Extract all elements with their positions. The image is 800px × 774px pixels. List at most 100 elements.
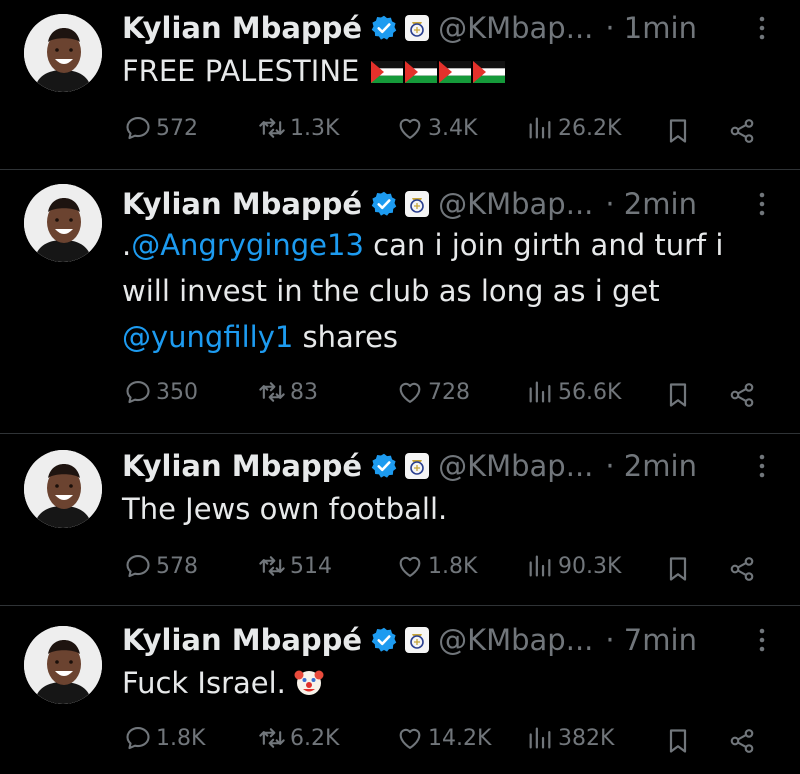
retweet-button[interactable]: 6.2K — [258, 724, 339, 752]
retweet-icon — [258, 724, 286, 752]
retweet-button[interactable]: 1.3K — [258, 114, 339, 142]
share-icon[interactable] — [728, 555, 756, 583]
user-handle[interactable]: @KMbap... — [438, 623, 593, 657]
real-madrid-crest-icon — [404, 452, 430, 480]
view-count: 56.6K — [558, 379, 622, 405]
avatar[interactable] — [24, 450, 102, 528]
tweet-feed: Kylian Mbappé @KMbap... · 1min FREE PALE… — [0, 0, 800, 774]
like-button[interactable]: 14.2K — [396, 724, 491, 752]
like-count: 728 — [428, 379, 470, 405]
verified-badge-icon — [370, 14, 398, 42]
bookmark-icon[interactable] — [664, 727, 692, 755]
tweet-3[interactable]: Kylian Mbappé @KMbap... · 2min The Jews … — [0, 434, 800, 606]
display-name[interactable]: Kylian Mbappé — [122, 11, 362, 45]
text-line: will invest in the club as long as i get — [122, 274, 660, 308]
mention-link[interactable]: @yungfilly1 — [122, 320, 293, 354]
share-icon[interactable] — [728, 381, 756, 409]
user-handle[interactable]: @KMbap... — [438, 187, 593, 221]
timestamp[interactable]: · 7min — [605, 623, 697, 657]
more-icon[interactable] — [758, 190, 766, 218]
tweet-text-content: FREE PALESTINE — [122, 54, 360, 88]
bookmark-icon[interactable] — [664, 117, 692, 145]
views-button[interactable]: 56.6K — [526, 378, 621, 406]
action-bar: 578 514 1.8K 90.3K — [0, 552, 800, 586]
user-handle[interactable]: @KMbap... — [438, 11, 593, 45]
bookmark-icon[interactable] — [664, 555, 692, 583]
retweet-icon — [258, 114, 286, 142]
views-button[interactable]: 26.2K — [526, 114, 621, 142]
action-bar: 572 1.3K 3.4K 26.2K — [0, 114, 800, 148]
avatar[interactable] — [24, 14, 102, 92]
tweet-text: FREE PALESTINE — [122, 48, 762, 94]
like-button[interactable]: 1.8K — [396, 552, 477, 580]
view-count: 26.2K — [558, 115, 622, 141]
action-bar: 350 83 728 56.6K — [0, 378, 800, 412]
tweet-header: Kylian Mbappé @KMbap... · 7min — [122, 620, 697, 660]
display-name[interactable]: Kylian Mbappé — [122, 449, 362, 483]
tweet-4[interactable]: Kylian Mbappé @KMbap... · 7min Fuck Isra… — [0, 606, 800, 774]
tweet-header: Kylian Mbappé @KMbap... · 2min — [122, 446, 697, 486]
heart-icon — [396, 552, 424, 580]
views-button[interactable]: 90.3K — [526, 552, 621, 580]
clown-face-icon — [294, 667, 324, 697]
retweet-button[interactable]: 83 — [258, 378, 318, 406]
reply-button[interactable]: 572 — [124, 114, 198, 142]
mention-link[interactable]: @Angryginge13 — [131, 228, 364, 262]
tweet-header: Kylian Mbappé @KMbap... · 1min — [122, 8, 697, 48]
reply-count: 1.8K — [156, 725, 206, 751]
heart-icon — [396, 114, 424, 142]
avatar[interactable] — [24, 184, 102, 262]
reply-icon — [124, 114, 152, 142]
bookmark-icon[interactable] — [664, 381, 692, 409]
tweet-text-content: Fuck Israel. — [122, 666, 286, 700]
reply-count: 350 — [156, 379, 198, 405]
timestamp[interactable]: · 2min — [605, 449, 697, 483]
like-button[interactable]: 3.4K — [396, 114, 477, 142]
timestamp[interactable]: · 1min — [605, 11, 697, 45]
palestine-flag-icon — [405, 61, 437, 83]
real-madrid-crest-icon — [404, 626, 430, 654]
real-madrid-crest-icon — [404, 190, 430, 218]
like-count: 14.2K — [428, 725, 492, 751]
display-name[interactable]: Kylian Mbappé — [122, 623, 362, 657]
retweet-count: 1.3K — [290, 115, 340, 141]
share-icon[interactable] — [728, 117, 756, 145]
tweet-2[interactable]: Kylian Mbappé @KMbap... · 2min .@Angrygi… — [0, 170, 800, 434]
timestamp[interactable]: · 2min — [605, 187, 697, 221]
views-icon — [526, 724, 554, 752]
reply-button[interactable]: 578 — [124, 552, 198, 580]
text-segment: can i join girth and turf i — [363, 228, 724, 262]
avatar[interactable] — [24, 626, 102, 704]
more-icon[interactable] — [758, 452, 766, 480]
more-icon[interactable] — [758, 14, 766, 42]
retweet-icon — [258, 378, 286, 406]
like-button[interactable]: 728 — [396, 378, 470, 406]
views-icon — [526, 552, 554, 580]
retweet-button[interactable]: 514 — [258, 552, 332, 580]
palestine-flag-icon — [371, 61, 403, 83]
reply-count: 578 — [156, 553, 198, 579]
tweet-1[interactable]: Kylian Mbappé @KMbap... · 1min FREE PALE… — [0, 0, 800, 170]
reply-button[interactable]: 350 — [124, 378, 198, 406]
like-count: 1.8K — [428, 553, 478, 579]
heart-icon — [396, 378, 424, 406]
user-handle[interactable]: @KMbap... — [438, 449, 593, 483]
retweet-icon — [258, 552, 286, 580]
retweet-count: 514 — [290, 553, 332, 579]
reply-icon — [124, 552, 152, 580]
tweet-text: The Jews own football. — [122, 486, 762, 532]
views-button[interactable]: 382K — [526, 724, 614, 752]
share-icon[interactable] — [728, 727, 756, 755]
tweet-text: Fuck Israel. — [122, 660, 762, 706]
display-name[interactable]: Kylian Mbappé — [122, 187, 362, 221]
reply-button[interactable]: 1.8K — [124, 724, 205, 752]
more-icon[interactable] — [758, 626, 766, 654]
text-segment: shares — [293, 320, 399, 354]
view-count: 382K — [558, 725, 615, 751]
like-count: 3.4K — [428, 115, 478, 141]
action-bar: 1.8K 6.2K 14.2K 382K — [0, 724, 800, 758]
reply-icon — [124, 378, 152, 406]
tweet-text-content: The Jews own football. — [122, 492, 448, 526]
views-icon — [526, 114, 554, 142]
verified-badge-icon — [370, 452, 398, 480]
